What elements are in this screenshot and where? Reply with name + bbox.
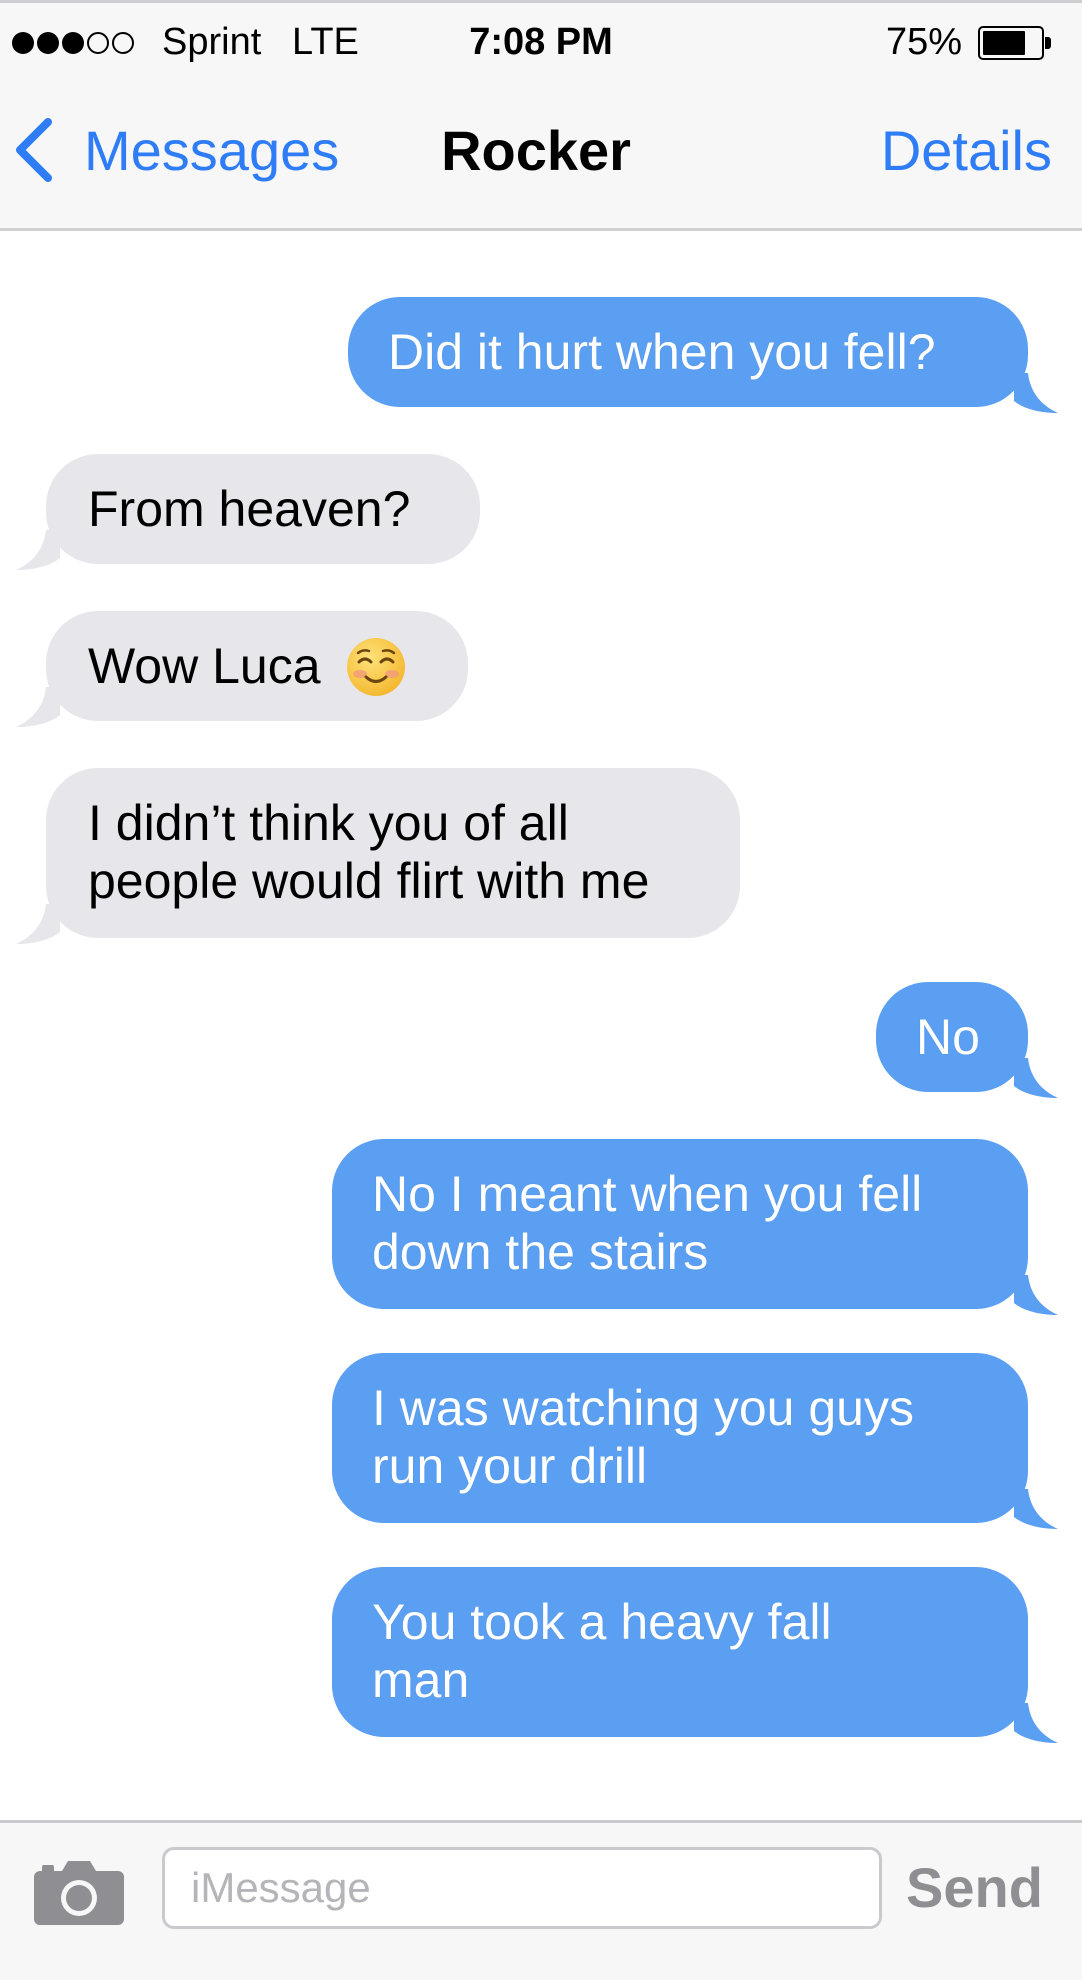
top-bar: Sprint LTE 7:08 PM 75% Messages Rocker D… [0, 0, 1082, 231]
compose-bar: Send [0, 1820, 1082, 1980]
message-text: Wow Luca [88, 638, 321, 694]
bubble-tail [16, 530, 60, 570]
battery-fill [983, 31, 1025, 55]
message-thread[interactable]: Did it hurt when you fell? From heaven? … [0, 231, 1082, 1821]
message-bubble-incoming[interactable]: I didn’t think you of all people would f… [16, 768, 740, 944]
message-bubble-outgoing[interactable]: No [876, 982, 1058, 1098]
message-text: Did it hurt when you fell? [388, 324, 936, 380]
battery-nub [1045, 37, 1051, 49]
bubble-tail [1014, 1275, 1058, 1315]
bubble-tail [16, 904, 60, 944]
top-edge-line [0, 0, 1082, 3]
send-button[interactable]: Send [906, 1853, 1066, 1923]
bubble-tail [16, 687, 60, 727]
message-bubble-outgoing[interactable]: Did it hurt when you fell? [348, 297, 1058, 413]
message-text: No [916, 1009, 980, 1065]
messages-screen: Sprint LTE 7:08 PM 75% Messages Rocker D… [0, 0, 1082, 1980]
imessage-input[interactable] [162, 1847, 882, 1929]
message-text: From heaven? [88, 481, 411, 537]
details-button[interactable]: Details [881, 116, 1052, 186]
message-text: You took a heavy fall man [372, 1594, 832, 1708]
bubble-tail [1014, 1703, 1058, 1743]
camera-icon[interactable] [34, 1859, 124, 1925]
message-text: No I meant when you fell down the stairs [372, 1166, 923, 1280]
battery-icon [978, 26, 1052, 60]
message-text: I was watching you guys run your drill [372, 1380, 914, 1494]
message-bubble-outgoing[interactable]: I was watching you guys run your drill [332, 1353, 1058, 1529]
message-bubble-outgoing[interactable]: No I meant when you fell down the stairs [332, 1139, 1058, 1315]
bubble-tail [1014, 373, 1058, 413]
message-text: I didn’t think you of all people would f… [88, 795, 650, 909]
message-bubble-outgoing[interactable]: You took a heavy fall man [332, 1567, 1058, 1743]
battery-percentage: 75% [885, 21, 962, 63]
battery-body [978, 26, 1044, 60]
message-bubble-incoming[interactable]: Wow Luca [16, 611, 468, 727]
smiling-face-icon [347, 637, 406, 696]
message-bubble-incoming[interactable]: From heaven? [16, 454, 480, 570]
bubble-tail [1014, 1058, 1058, 1098]
bubble-tail [1014, 1489, 1058, 1529]
